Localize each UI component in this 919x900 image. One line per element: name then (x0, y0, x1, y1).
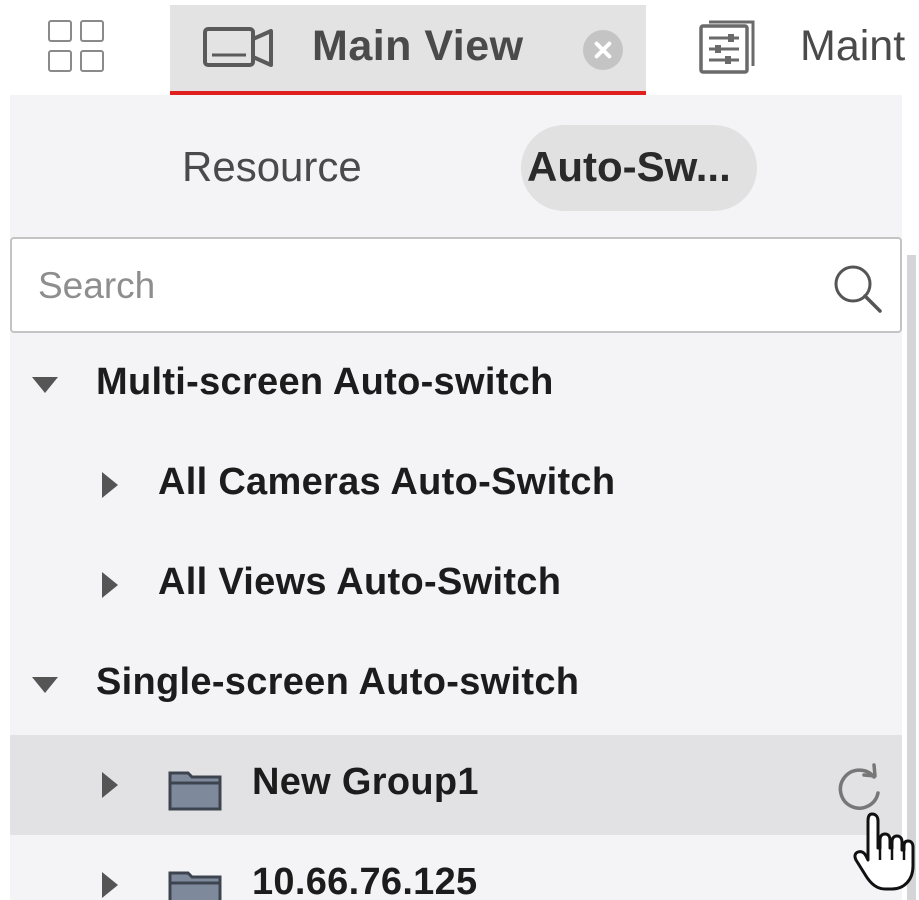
search-box (10, 237, 902, 333)
tab-main-view[interactable]: Main View (170, 5, 646, 95)
close-tab-icon[interactable] (583, 30, 623, 70)
collapse-right-icon[interactable] (102, 772, 118, 798)
hand-cursor-icon (853, 812, 915, 891)
tree-node-multi-screen[interactable]: Multi-screen Auto-switch (10, 335, 902, 435)
tab-resource[interactable]: Resource (182, 143, 362, 191)
tree-node-new-group1[interactable]: New Group1 (10, 735, 902, 835)
tree-node-all-views[interactable]: All Views Auto-Switch (10, 535, 902, 635)
tree-node-all-cameras[interactable]: All Cameras Auto-Switch (10, 435, 902, 535)
top-tab-bar: Main View Maint (0, 0, 919, 95)
collapse-right-icon[interactable] (102, 572, 118, 598)
tree-node-label: Multi-screen Auto-switch (96, 361, 554, 403)
tree-node-label: All Cameras Auto-Switch (158, 461, 616, 503)
auto-switch-panel: Resource Auto-Sw... Multi-screen Auto-sw… (10, 95, 902, 900)
search-icon[interactable] (830, 261, 884, 315)
tab-maintenance-label[interactable]: Maint (800, 22, 905, 71)
tab-auto-switch-label: Auto-Sw... (527, 143, 731, 190)
search-input[interactable] (38, 259, 798, 313)
tree-node-label: All Views Auto-Switch (158, 561, 562, 603)
scrollbar-track[interactable] (907, 255, 916, 900)
tab-main-view-label: Main View (312, 22, 524, 70)
tree-node-label: Single-screen Auto-switch (96, 661, 580, 703)
tree-node-label: New Group1 (252, 761, 479, 803)
expand-down-icon[interactable] (32, 677, 58, 693)
expand-down-icon[interactable] (32, 377, 58, 393)
camera-icon (203, 27, 273, 67)
grid-menu-icon[interactable] (48, 20, 106, 74)
tree-node-label: 10.66.76.125 (252, 861, 478, 900)
folder-icon (168, 871, 222, 900)
tree-node-single-screen[interactable]: Single-screen Auto-switch (10, 635, 902, 735)
maintenance-settings-icon[interactable] (697, 18, 759, 76)
vertical-scrollbar[interactable] (902, 95, 919, 900)
folder-icon (168, 771, 222, 811)
collapse-right-icon[interactable] (102, 472, 118, 498)
tab-auto-switch[interactable]: Auto-Sw... (521, 125, 757, 211)
tree-node-ip-device[interactable]: 10.66.76.125 (10, 835, 902, 900)
collapse-right-icon[interactable] (102, 872, 118, 898)
refresh-icon[interactable] (832, 763, 886, 817)
